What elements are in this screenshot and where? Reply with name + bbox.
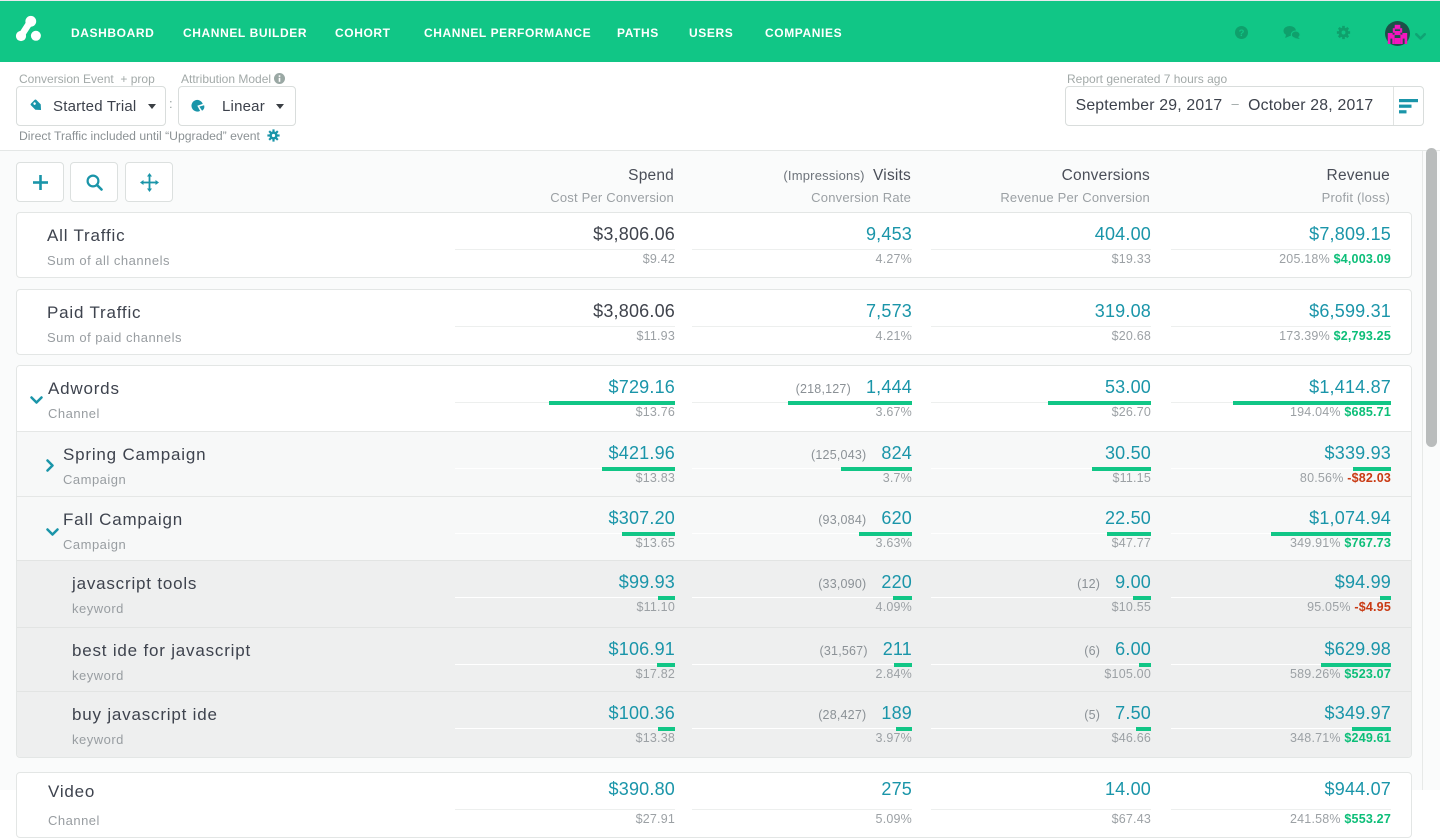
svg-text:?: ? bbox=[1239, 28, 1245, 39]
